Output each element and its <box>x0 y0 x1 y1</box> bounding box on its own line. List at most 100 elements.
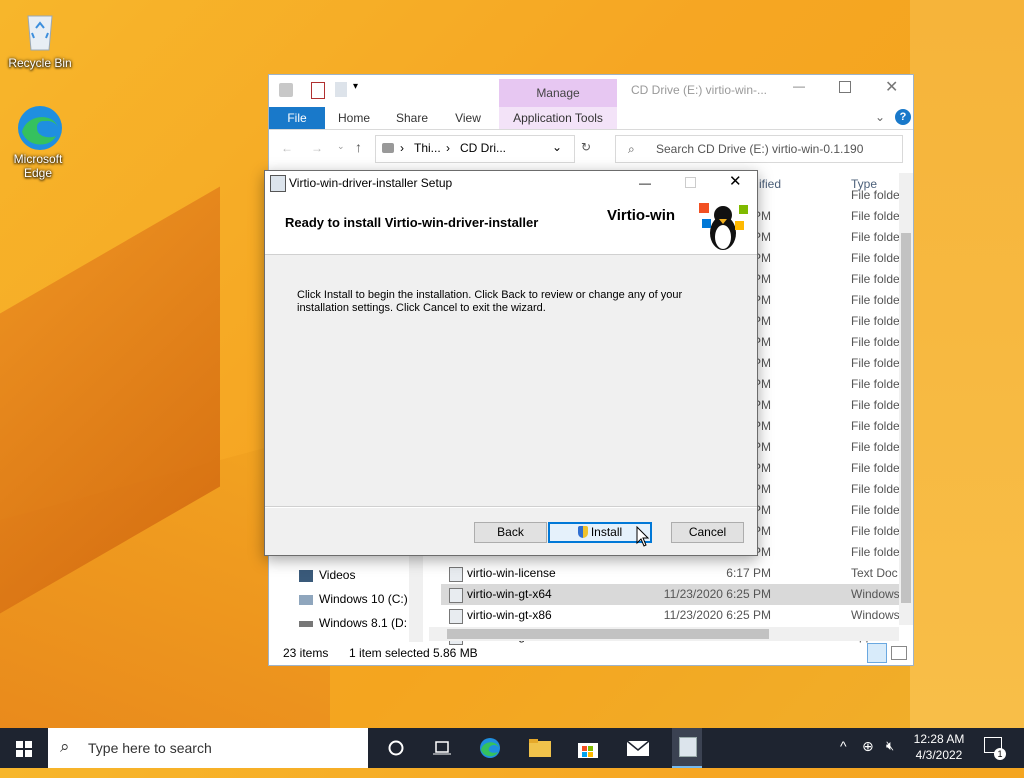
drive-icon <box>299 594 313 605</box>
table-row[interactable]: virtio-win-license 6:17 PM Text Doc <box>441 563 899 584</box>
recent-dropdown-icon[interactable]: ⌄ <box>337 141 345 152</box>
scrollbar-thumb[interactable] <box>447 629 769 639</box>
file-type: File folde <box>851 251 899 265</box>
edge-taskbar-icon[interactable] <box>478 736 502 760</box>
cortana-icon[interactable] <box>384 736 408 760</box>
dialog-header: Ready to install Virtio-win-driver-insta… <box>265 195 757 255</box>
forward-arrow-icon[interactable]: → <box>311 141 323 155</box>
nav-item-videos[interactable]: Videos <box>299 563 355 587</box>
help-icon[interactable]: ? <box>895 109 911 125</box>
tab-file[interactable]: File <box>269 107 325 129</box>
refresh-icon[interactable]: ↻ <box>581 140 591 154</box>
file-type: File folde <box>851 461 899 475</box>
tab-share[interactable]: Share <box>387 107 437 129</box>
table-row[interactable]: virtio-win-gt-x86 11/23/2020 6:25 PM Windo… <box>441 605 899 626</box>
address-dropdown-icon[interactable]: ⌄ <box>552 140 562 154</box>
file-type: File folde <box>851 335 899 349</box>
volume-muted-icon[interactable]: 🔇︎ <box>886 738 894 778</box>
file-type: File folde <box>851 272 899 286</box>
taskbar-search-placeholder: Type here to search <box>88 740 212 756</box>
minimize-button[interactable]: — <box>793 79 805 93</box>
videos-folder-icon <box>299 569 313 582</box>
back-button[interactable]: Back <box>474 522 547 543</box>
breadcrumb-separator: › <box>400 141 404 155</box>
tab-view[interactable]: View <box>443 107 493 129</box>
tab-home[interactable]: Home <box>329 107 379 129</box>
address-row: ← → ⌄ ↑ › Thi... › CD Dri... ⌄ ↻ ⌕ Searc… <box>269 133 913 165</box>
recycle-bin-icon <box>18 8 62 52</box>
file-type: File folde <box>851 209 899 223</box>
dialog-title: Virtio-win-driver-installer Setup <box>289 176 453 190</box>
scrollbar-thumb[interactable] <box>901 233 911 603</box>
dialog-separator <box>265 506 757 508</box>
file-date: 11/23/2020 6:25 PM <box>663 608 771 622</box>
table-row[interactable]: virtio-win-gt-x64 11/23/2020 6:25 PM Windo… <box>441 584 899 605</box>
drive-icon <box>382 143 394 153</box>
file-type: File folde <box>851 314 899 328</box>
file-type: File folde <box>851 503 899 517</box>
desktop-icon-edge[interactable]: Microsoft Edge <box>0 104 76 180</box>
windows-logo-icon <box>16 741 32 757</box>
uac-shield-icon <box>577 526 588 538</box>
ribbon-expand-icon[interactable]: ⌄ <box>875 110 885 124</box>
dialog-heading: Ready to install Virtio-win-driver-insta… <box>285 215 539 230</box>
file-type: File folde <box>851 398 899 412</box>
show-hidden-icons-icon[interactable]: ^ <box>840 738 847 778</box>
store-taskbar-icon[interactable] <box>576 736 600 760</box>
start-button[interactable] <box>0 728 48 768</box>
file-type: File folde <box>851 419 899 433</box>
ribbon-tabs: File Home Share View Application Tools ⌄… <box>269 107 913 130</box>
file-name: virtio-win-gt-x86 <box>467 608 552 622</box>
nav-item-label: Windows 10 (C:) <box>319 592 408 606</box>
file-type: Windows <box>851 608 899 622</box>
manage-contextual-header: Manage <box>499 79 617 107</box>
nav-scrollbar[interactable] <box>409 550 423 642</box>
maximize-button[interactable] <box>839 81 851 93</box>
minimize-button[interactable]: — <box>639 171 651 195</box>
clock[interactable]: 12:28 AM 4/3/2022 <box>910 728 968 768</box>
file-type: File folde <box>851 482 899 496</box>
edge-icon <box>16 104 62 150</box>
installer-icon <box>270 175 286 192</box>
clock-date: 4/3/2022 <box>915 748 963 762</box>
details-view-icon[interactable] <box>867 643 887 663</box>
network-icon[interactable]: ⊕ <box>862 738 874 778</box>
explorer-title: CD Drive (E:) virtio-win-... <box>631 83 768 97</box>
mail-taskbar-icon[interactable] <box>626 736 650 760</box>
file-type: File folde <box>851 230 899 244</box>
new-folder-icon[interactable] <box>335 82 347 97</box>
close-button[interactable]: ✕ <box>729 170 742 194</box>
desktop-icon-label: Microsoft Edge <box>13 152 63 180</box>
cancel-button[interactable]: Cancel <box>671 522 744 543</box>
nav-item-windows-10[interactable]: Windows 10 (C:) <box>299 587 408 611</box>
nav-item-windows-8-1[interactable]: Windows 8.1 (D: <box>299 611 407 635</box>
maximize-button <box>685 177 696 188</box>
tux-logo-icon <box>695 199 751 251</box>
search-input[interactable]: ⌕ Search CD Drive (E:) virtio-win-0.1.19… <box>615 135 903 163</box>
taskbar: ⌕ Type here to search ^ ⊕ 🔇︎ 12:28 AM 4/… <box>0 728 1024 768</box>
taskbar-search-box[interactable]: ⌕ Type here to search <box>48 728 368 768</box>
vertical-scrollbar[interactable] <box>899 173 913 625</box>
up-arrow-icon[interactable]: ↑ <box>355 139 362 155</box>
tab-application-tools[interactable]: Application Tools <box>499 107 617 129</box>
quick-access-dropdown-icon[interactable]: ▾ <box>353 81 358 92</box>
breadcrumb-cd-drive[interactable]: CD Dri... <box>460 141 506 155</box>
file-explorer-taskbar-icon[interactable] <box>528 736 552 760</box>
explorer-titlebar: ▾ Manage CD Drive (E:) virtio-win-... — … <box>269 75 913 107</box>
selection-size: 5.86 MB <box>433 646 478 660</box>
nav-item-label: Videos <box>319 568 356 582</box>
setup-dialog: Virtio-win-driver-installer Setup — ✕ Re… <box>264 170 758 556</box>
drive-icon[interactable] <box>279 83 293 97</box>
breadcrumb-this-pc[interactable]: Thi... <box>414 141 441 155</box>
installer-taskbar-button[interactable] <box>672 728 702 768</box>
desktop-icon-recycle-bin[interactable]: Recycle Bin <box>2 8 78 70</box>
properties-icon[interactable] <box>311 82 325 99</box>
address-bar[interactable]: › Thi... › CD Dri... ⌄ <box>375 135 575 163</box>
file-icon <box>449 588 463 603</box>
large-icons-view-icon[interactable] <box>891 646 907 660</box>
horizontal-scrollbar[interactable] <box>429 627 899 641</box>
back-arrow-icon[interactable]: ← <box>281 141 293 155</box>
task-view-icon[interactable] <box>430 736 454 760</box>
file-icon <box>449 567 463 582</box>
close-button[interactable]: ✕ <box>885 77 898 97</box>
